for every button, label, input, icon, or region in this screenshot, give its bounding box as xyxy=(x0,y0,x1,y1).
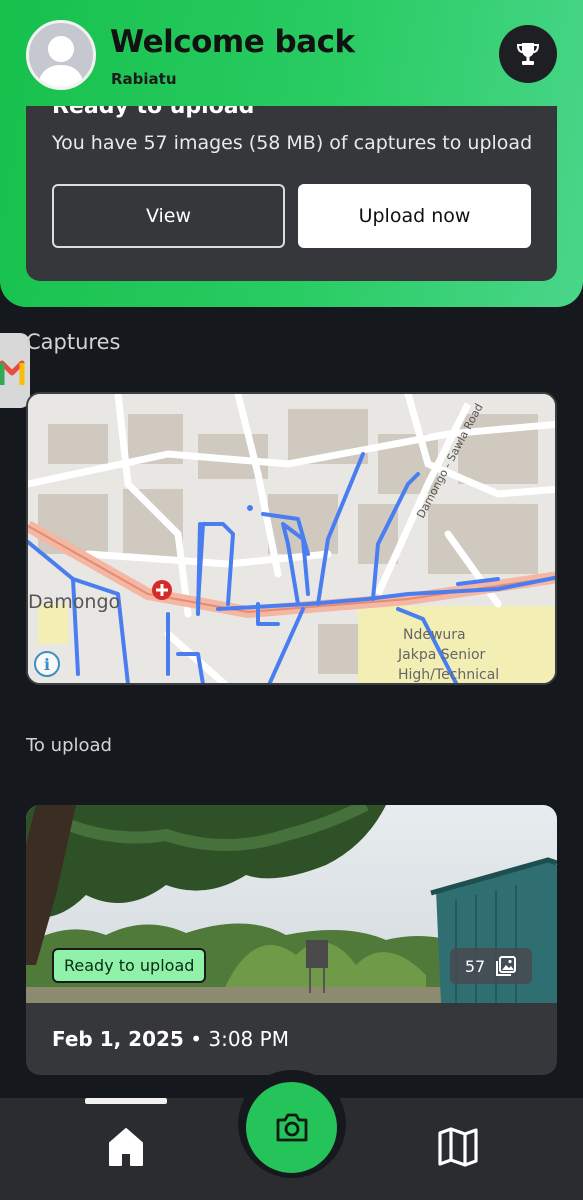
to-upload-section-title: To upload xyxy=(26,735,112,756)
user-avatar-icon xyxy=(37,36,85,87)
map-info-icon[interactable]: i xyxy=(34,651,60,677)
upload-card: Ready to upload You have 57 images (58 M… xyxy=(26,106,557,281)
map-icon xyxy=(438,1127,478,1167)
capture-time: 3:08 PM xyxy=(208,1027,289,1051)
status-badge: Ready to upload xyxy=(52,948,207,983)
upload-card-description: You have 57 images (58 MB) of captures t… xyxy=(52,132,533,154)
camera-button[interactable] xyxy=(246,1082,337,1173)
map-label-school: Ndewura xyxy=(403,627,466,643)
trophy-icon xyxy=(516,43,540,65)
view-button[interactable]: View xyxy=(52,184,285,248)
capture-date: Feb 1, 2025 xyxy=(52,1027,184,1051)
capture-card[interactable]: Ready to upload 57 Feb 1, 2025 • 3:08 PM xyxy=(26,805,557,1075)
image-count: 57 xyxy=(464,956,486,976)
captures-map[interactable]: Damongo Damongo - Sawla Road Ndewura Jak… xyxy=(26,392,557,685)
trophy-button[interactable] xyxy=(499,25,557,83)
map-label-damongo: Damongo xyxy=(28,591,120,613)
header: Welcome back Rabiatu Ready to upload You… xyxy=(0,0,583,307)
nav-active-indicator xyxy=(85,1098,167,1104)
images-icon xyxy=(496,956,517,976)
nav-map-button[interactable] xyxy=(436,1125,480,1169)
upload-card-title: Ready to upload xyxy=(52,106,255,119)
image-count-badge: 57 xyxy=(450,948,532,984)
camera-icon xyxy=(276,1113,307,1141)
svg-text:High/Technical: High/Technical xyxy=(398,667,499,683)
map-canvas: Damongo Damongo - Sawla Road Ndewura Jak… xyxy=(28,394,555,683)
capture-thumbnail: Ready to upload 57 xyxy=(26,805,557,1003)
capture-datetime: Feb 1, 2025 • 3:08 PM xyxy=(52,1027,289,1051)
avatar[interactable] xyxy=(26,20,96,90)
svg-text:Jakpa Senior: Jakpa Senior xyxy=(397,647,486,663)
welcome-title: Welcome back xyxy=(110,24,355,60)
username: Rabiatu xyxy=(111,70,177,88)
nav-home-button[interactable] xyxy=(106,1125,146,1169)
upload-now-button[interactable]: Upload now xyxy=(298,184,531,248)
home-icon xyxy=(109,1128,143,1166)
captures-section-title: Captures xyxy=(26,330,121,354)
datetime-separator: • xyxy=(183,1027,209,1051)
